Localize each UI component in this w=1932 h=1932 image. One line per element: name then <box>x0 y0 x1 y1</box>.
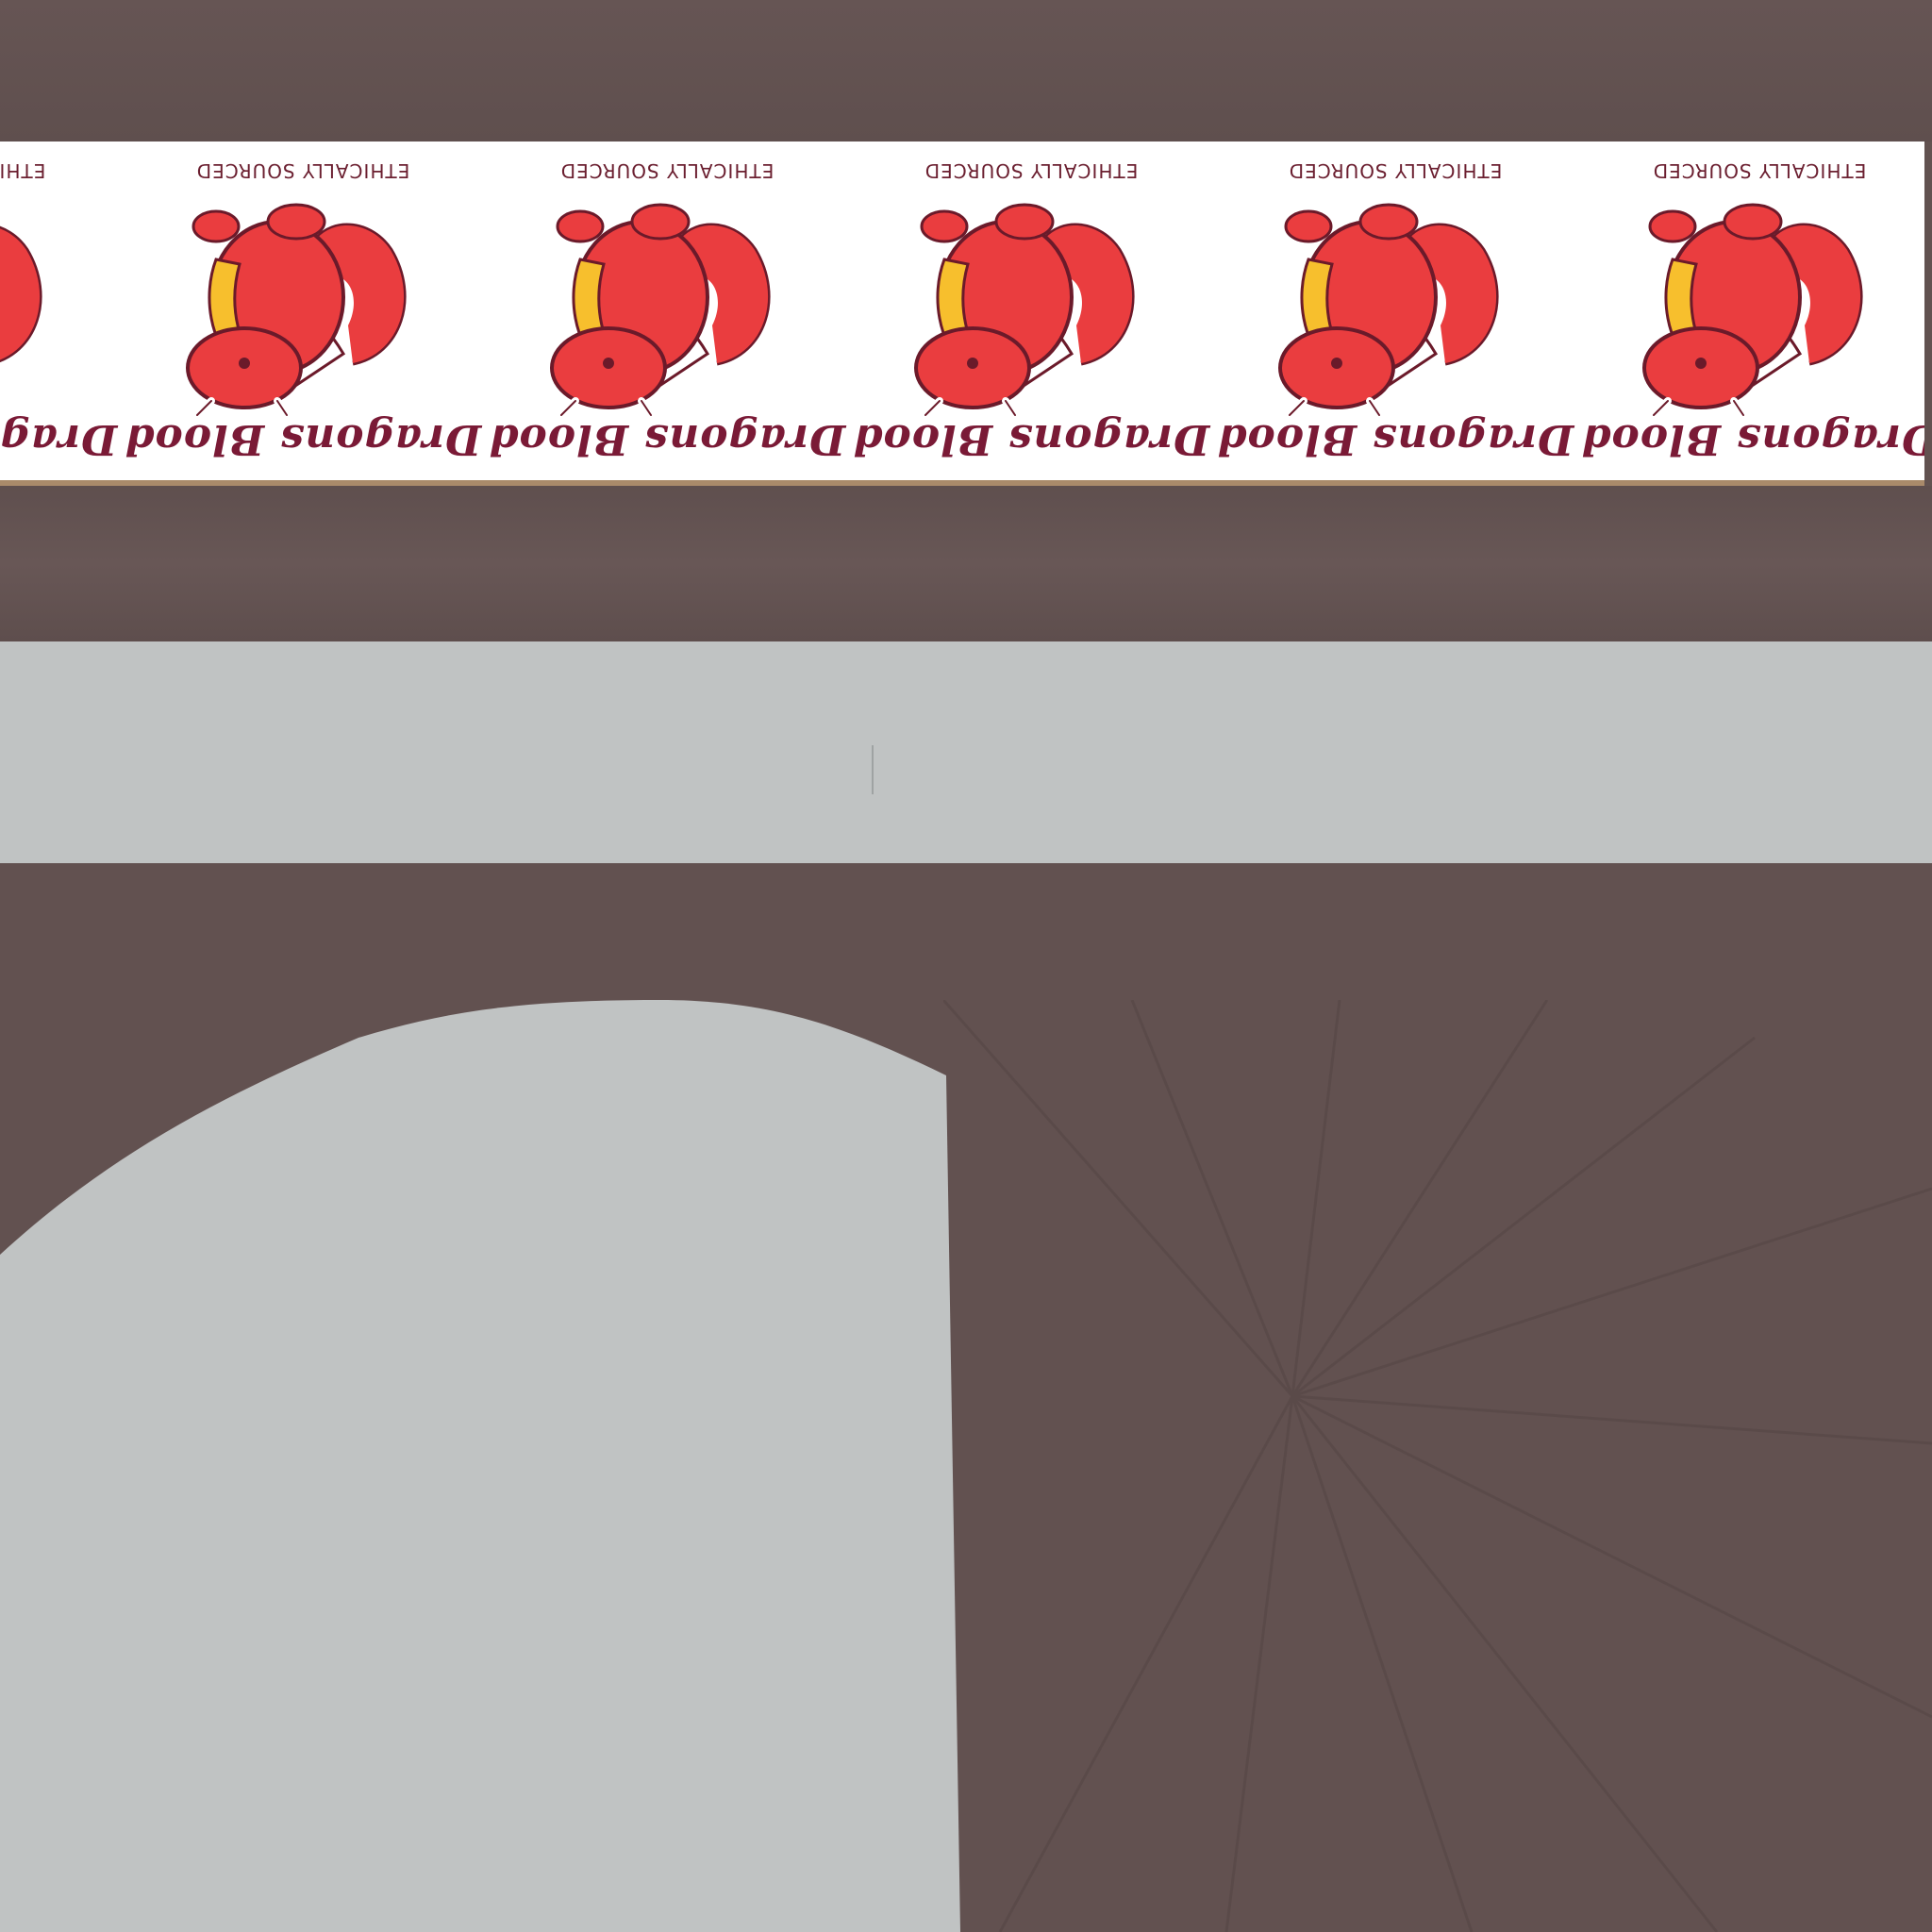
tagline-text: ETHICALLY SOURCED <box>1652 159 1867 182</box>
label-tile: Dragons Blood ETHICALLY SOURCED <box>1577 142 1924 480</box>
label-tile: Dragons Blood ETHICALLY SOURCED <box>849 142 1213 480</box>
grey-bar <box>0 641 1932 866</box>
brand-text: Dragons Blood <box>0 415 118 463</box>
dragon-icon <box>528 193 802 420</box>
tagline-text: ETHICALLY SOURCED <box>0 159 46 182</box>
label-tile: Dragons Blood ETHICALLY SOURCED <box>485 142 849 480</box>
label-tile: Dragons Blood ETHICALLY SOURCED <box>0 142 121 480</box>
dragon-icon <box>164 193 438 420</box>
top-dark-band <box>0 0 1932 142</box>
radial-texture <box>943 1000 1932 1932</box>
dragon-icon <box>1621 193 1894 420</box>
tagline-text: ETHICALLY SOURCED <box>559 159 774 182</box>
tagline-text: ETHICALLY SOURCED <box>1288 159 1503 182</box>
brand-text: Dragons Blood <box>1216 415 1574 463</box>
grey-bar-mark <box>872 745 874 794</box>
brand-text: Dragons Blood <box>1580 415 1924 463</box>
dragon-icon <box>0 193 74 420</box>
tagline-text: ETHICALLY SOURCED <box>924 159 1139 182</box>
brand-text: Dragons Blood <box>852 415 1210 463</box>
label-strip: Dragons Blood ETHICALLY SOURCED Dragons … <box>0 142 1924 486</box>
label-tile: Dragons Blood ETHICALLY SOURCED <box>1213 142 1577 480</box>
dragon-icon <box>1257 193 1530 420</box>
dragon-icon <box>892 193 1166 420</box>
brand-text: Dragons Blood <box>124 415 482 463</box>
brand-text: Dragons Blood <box>488 415 846 463</box>
label-tile: Dragons Blood ETHICALLY SOURCED <box>121 142 485 480</box>
tagline-text: ETHICALLY SOURCED <box>195 159 410 182</box>
grey-arch-panel <box>0 1000 960 1932</box>
middle-dark-band <box>0 486 1932 641</box>
